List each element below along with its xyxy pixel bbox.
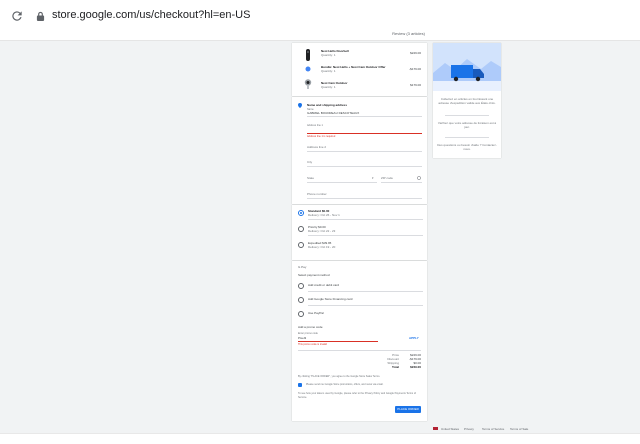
total-row-label: Total xyxy=(392,365,399,369)
review-header: Review (3 articles) xyxy=(0,30,640,41)
shipping-address-card: Name and shipping address Name GABRIEL B… xyxy=(292,97,427,204)
marketing-text: Please send me Google Store promotions, … xyxy=(306,383,384,386)
us-flag-icon xyxy=(433,427,438,430)
shipping-title: Name and shipping address xyxy=(307,103,348,107)
address2-field[interactable]: Address line 2 xyxy=(307,145,326,149)
payment-radio-card[interactable] xyxy=(298,283,304,289)
location-pin-icon xyxy=(298,103,302,108)
doorbell-image xyxy=(306,49,310,61)
delivery-options-card: Standard $0.00 Delivery: Oct 26 - Nov 1 … xyxy=(292,205,427,260)
payment-option-label: Add Google Store Financing card xyxy=(308,297,353,301)
name-field[interactable]: GABRIEL BOUDREAU DESCOTEAUX xyxy=(307,111,359,115)
bundle-icon xyxy=(305,66,311,72)
divider xyxy=(298,350,421,351)
divider xyxy=(308,235,423,236)
promo-input[interactable]: Pixel3 xyxy=(298,336,306,340)
phone-field[interactable]: Phone number xyxy=(307,192,327,196)
divider xyxy=(308,219,423,220)
delivery-radio-priority[interactable] xyxy=(298,226,304,232)
state-select[interactable]: State xyxy=(307,176,314,180)
gpay-label: G Pay xyxy=(298,265,307,269)
terms-text: By clicking "PLACE ORDER", you agree to … xyxy=(298,375,381,378)
info-sidebar: Collectez en articles en fournissant une… xyxy=(433,43,501,158)
promo-label: Add a promo code xyxy=(298,325,323,329)
footer-link-sale[interactable]: Terms of Sale xyxy=(510,427,528,431)
delivery-option-detail: Delivery: Oct 19 - 20 xyxy=(308,245,336,249)
divider xyxy=(445,115,489,116)
apply-button[interactable]: APPLY xyxy=(409,336,419,340)
payment-option-label: Add credit or debit card xyxy=(308,283,340,287)
address2-underline xyxy=(307,151,422,152)
page-bottom xyxy=(0,433,640,444)
address1-error: Address line 1 is required xyxy=(307,135,336,138)
item-price: $179.00 xyxy=(410,83,421,87)
divider xyxy=(308,305,423,306)
divider xyxy=(308,291,423,292)
chevron-down-icon[interactable]: ▾ xyxy=(372,176,374,180)
city-underline xyxy=(307,166,422,167)
name-underline xyxy=(307,116,422,117)
browser-toolbar: store.google.com/us/checkout?hl=en-US xyxy=(0,0,640,31)
promo-underline xyxy=(298,341,378,342)
delivery-option-detail: Delivery: Oct 26 - Nov 1 xyxy=(308,213,340,217)
select-payment-label: Select payment method xyxy=(298,273,330,277)
delivery-radio-expedited[interactable] xyxy=(298,242,304,248)
zip-underline xyxy=(381,182,422,183)
sidebar-text: Collectez en articles en fournissant une… xyxy=(438,97,496,105)
payment-radio-financing[interactable] xyxy=(298,297,304,303)
phone-underline xyxy=(307,198,422,199)
footer-link-privacy[interactable]: Privacy xyxy=(464,427,474,431)
item-qty: Quantity: 1 xyxy=(321,69,336,73)
delivery-radio-standard[interactable] xyxy=(298,210,304,216)
item-qty: Quantity: 1 xyxy=(321,85,336,89)
item-price: $229.00 xyxy=(410,51,421,55)
item-price: -$179.00 xyxy=(409,67,421,71)
delivery-option-detail: Delivery: Oct 22 - 23 xyxy=(308,229,336,233)
reload-icon[interactable] xyxy=(10,9,24,23)
total-row-value: $229.00 xyxy=(410,365,421,369)
place-order-button[interactable]: PLACE ORDER xyxy=(395,406,421,413)
sidebar-text: Des questions ou besoin d'aide ? Contact… xyxy=(437,143,497,151)
review-label: Review (3 articles) xyxy=(392,31,425,36)
delivery-truck-illustration xyxy=(433,43,501,91)
payment-radio-paypal[interactable] xyxy=(298,311,304,317)
zip-field[interactable]: ZIP code xyxy=(381,176,393,180)
divider xyxy=(445,137,489,138)
payment-option-label: Use PayPal xyxy=(308,311,324,315)
marketing-checkbox[interactable] xyxy=(298,383,302,387)
lock-icon[interactable] xyxy=(36,11,45,21)
privacy-text: To see how your data is used by Google, … xyxy=(298,392,416,399)
payment-card: G Pay Select payment method Add credit o… xyxy=(292,261,427,421)
city-field[interactable]: City xyxy=(307,160,312,164)
promo-error: This promo code is invalid xyxy=(298,343,327,346)
sidebar-text: Vérifiez que votre adresse de livraison … xyxy=(437,121,497,129)
order-items-card: Nest Hello Doorbell Quantity: 1 $229.00 … xyxy=(292,43,427,96)
address-bar[interactable]: store.google.com/us/checkout?hl=en-US xyxy=(52,9,250,21)
address1-underline xyxy=(307,133,422,134)
item-qty: Quantity: 1 xyxy=(321,53,336,57)
state-underline xyxy=(307,182,377,183)
camera-image xyxy=(304,79,312,89)
footer-link-terms[interactable]: Terms of Service xyxy=(482,427,504,431)
help-icon[interactable] xyxy=(417,176,421,180)
country-link[interactable]: United States xyxy=(441,427,459,431)
